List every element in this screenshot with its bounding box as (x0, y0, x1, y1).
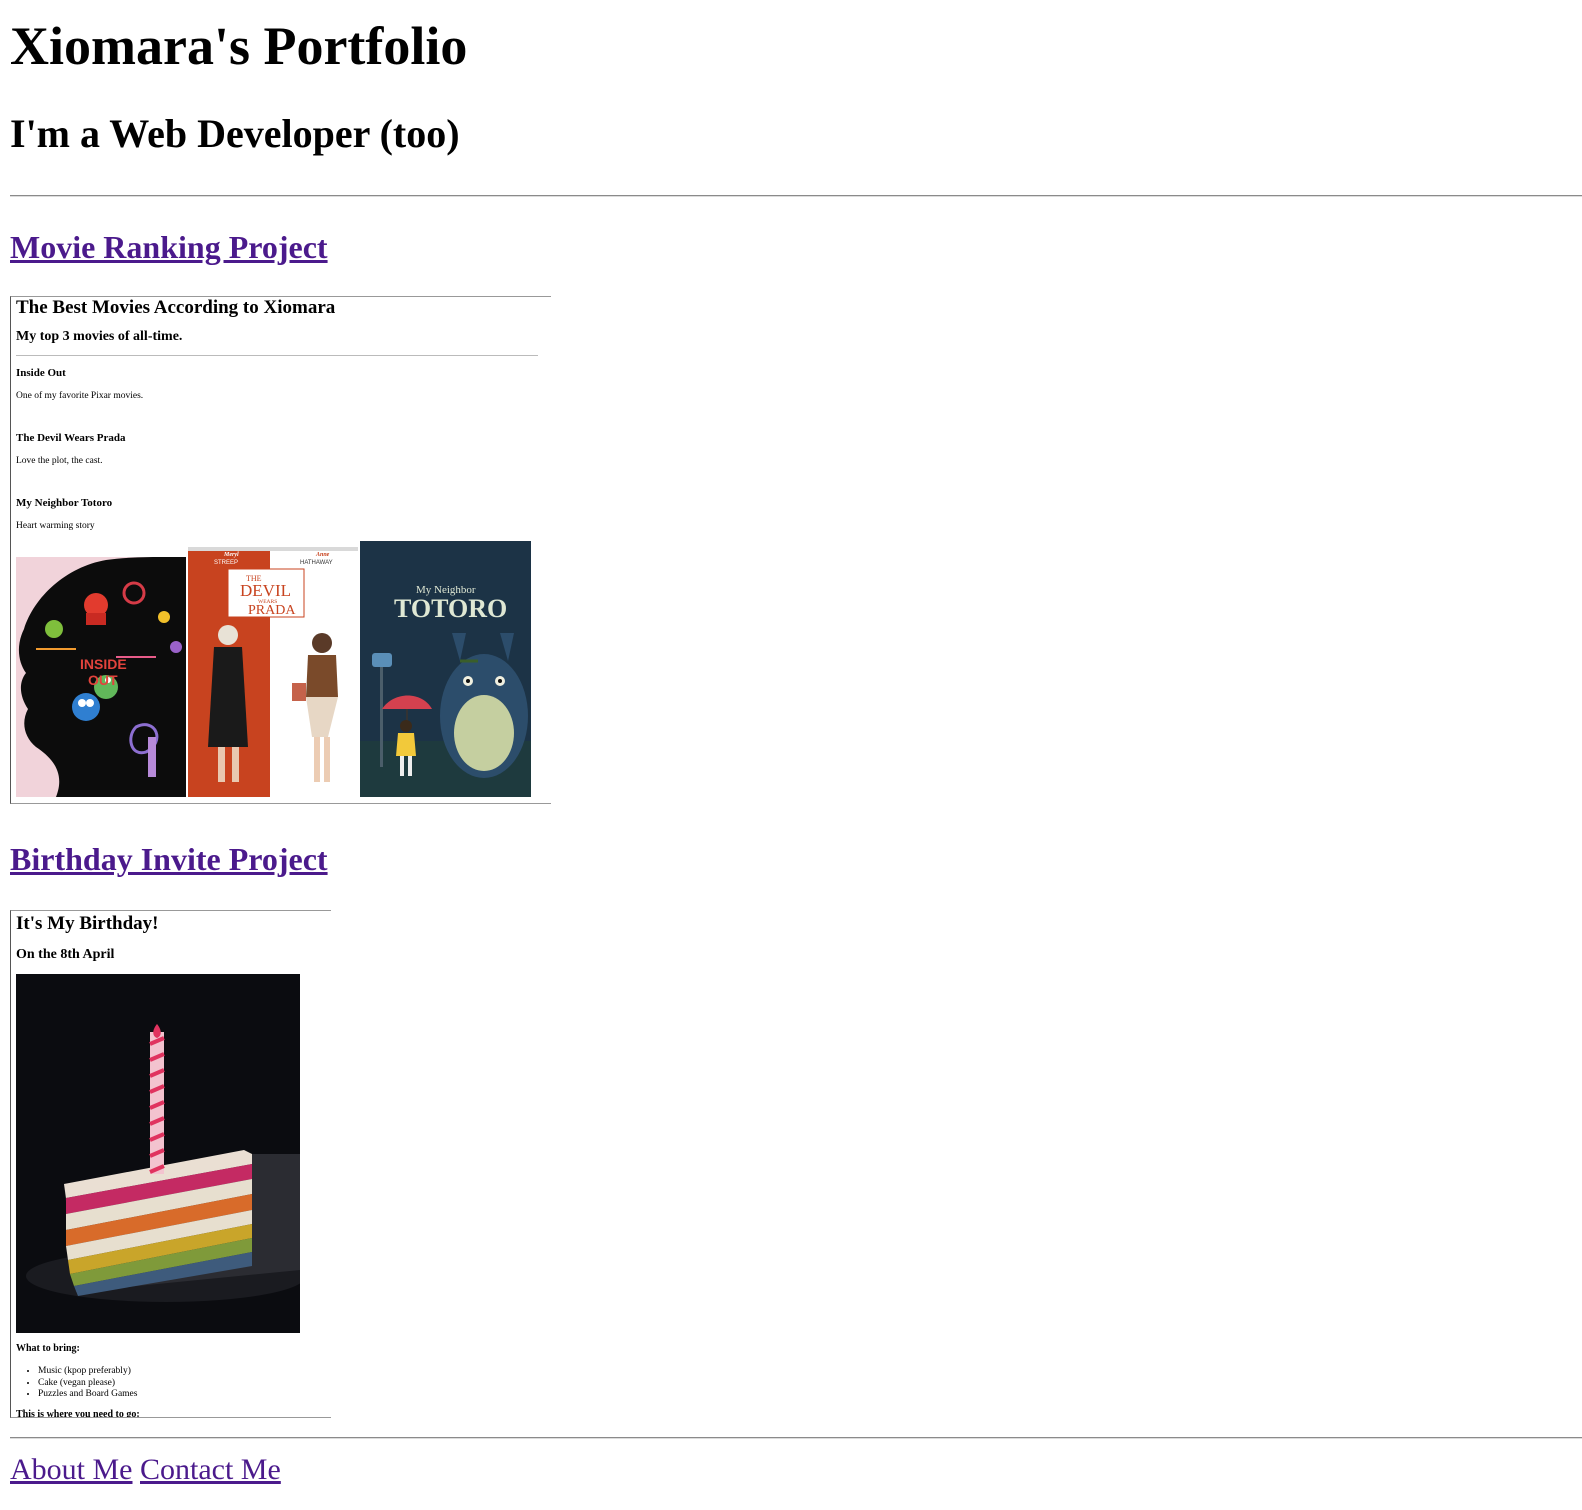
footer-divider (10, 1437, 1582, 1439)
svg-text:DEVIL: DEVIL (240, 581, 291, 600)
svg-text:Meryl: Meryl (223, 552, 239, 558)
svg-text:OUT: OUT (88, 672, 118, 688)
devil-wears-prada-poster: Meryl STREEP Anne HATHAWAY THE DEVIL WEA… (188, 547, 358, 797)
header-divider (10, 195, 1582, 197)
birthday-cake-image (16, 974, 300, 1333)
svg-text:STREEP: STREEP (214, 560, 238, 566)
movie-preview-subtitle: My top 3 movies of all-time. (16, 329, 183, 344)
my-neighbor-totoro-poster: My Neighbor TOTORO (360, 541, 531, 797)
svg-text:Anne: Anne (315, 552, 330, 558)
movie-3-note: Heart warming story (16, 521, 95, 531)
birthday-preview-title: It's My Birthday! (16, 913, 159, 934)
bring-item: Cake (vegan please) (38, 1378, 137, 1390)
movie-1-name: Inside Out (16, 367, 66, 379)
movie-2-note: Love the plot, the cast. (16, 456, 103, 466)
contact-me-link[interactable]: Contact Me (140, 1453, 281, 1486)
movie-1-note: One of my favorite Pixar movies. (16, 391, 144, 401)
birthday-invite-preview-frame[interactable]: It's My Birthday! On the 8th April What … (10, 910, 331, 1418)
movie-ranking-preview-frame[interactable]: The Best Movies According to Xiomara My … (10, 296, 551, 804)
movie-2-name: The Devil Wears Prada (16, 432, 126, 444)
movie-3-name: My Neighbor Totoro (16, 497, 113, 509)
directions-heading: This is where you need to go: (16, 1409, 140, 1418)
movie-ranking-project-link[interactable]: Movie Ranking Project (10, 228, 328, 266)
what-to-bring-list: Music (kpop preferably) Cake (vegan plea… (16, 1366, 137, 1401)
movie-preview-divider (16, 355, 538, 356)
birthday-preview-date: On the 8th April (16, 947, 115, 962)
svg-text:TOTORO: TOTORO (394, 594, 507, 623)
svg-text:PRADA: PRADA (248, 603, 296, 618)
svg-text:HATHAWAY: HATHAWAY (300, 560, 333, 566)
birthday-invite-project-link[interactable]: Birthday Invite Project (10, 840, 328, 878)
footer-nav: About Me Contact Me (10, 1452, 281, 1488)
bring-item: Puzzles and Board Games (38, 1389, 137, 1401)
inside-out-poster: INSIDE OUT (16, 557, 186, 797)
movie-preview-title: The Best Movies According to Xiomara (16, 297, 336, 318)
about-me-link[interactable]: About Me (10, 1453, 133, 1486)
svg-text:INSIDE: INSIDE (80, 656, 127, 672)
what-to-bring-heading: What to bring: (16, 1343, 80, 1354)
bring-item: Music (kpop preferably) (38, 1366, 137, 1378)
page-title: Xiomara's Portfolio (10, 16, 468, 76)
page-subtitle: I'm a Web Developer (too) (10, 111, 460, 156)
